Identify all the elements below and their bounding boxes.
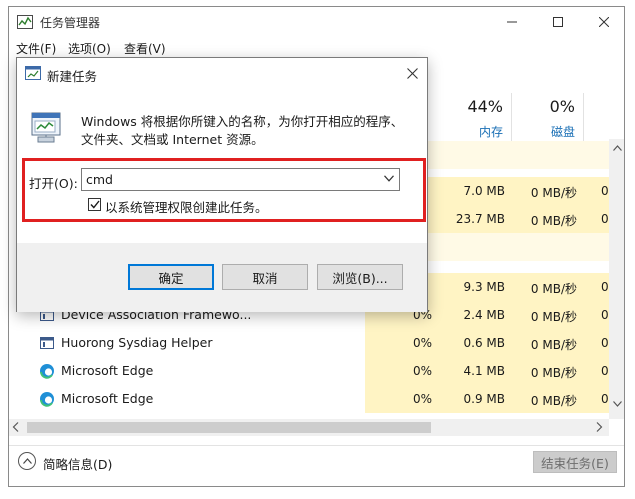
network-value: 0: [601, 280, 609, 294]
memory-value: 4.1 MB: [463, 364, 505, 378]
red-highlight-box: [22, 158, 426, 222]
disk-value: 0 MB/秒: [530, 186, 577, 200]
run-program-icon: [31, 112, 61, 143]
chevron-up-icon: [22, 458, 32, 464]
table-row[interactable]: Microsoft Edge 0% 4.1 MB 0 MB/秒 0: [9, 357, 609, 385]
scroll-up-button[interactable]: [609, 145, 624, 157]
network-value: 0: [601, 184, 609, 198]
disk-value: 0 MB/秒: [530, 366, 577, 380]
column-header-disk[interactable]: 0% 磁盘: [511, 67, 583, 147]
create-new-task-dialog: 新建任务 Windows 将根据你所键入的名称，为你打开相应的程序、文件夹、文档…: [16, 57, 428, 312]
disk-value: 0 MB/秒: [530, 282, 577, 296]
disk-value: 0 MB/秒: [530, 394, 577, 408]
task-manager-footer: 简略信息(D) 结束任务(E): [9, 445, 624, 486]
run-app-icon: [25, 66, 41, 80]
dialog-titlebar[interactable]: 新建任务: [17, 58, 427, 88]
horizontal-scrollbar[interactable]: [9, 419, 609, 436]
memory-percent: 44%: [467, 97, 503, 116]
task-manager-titlebar[interactable]: 任务管理器: [9, 7, 624, 37]
close-icon: [406, 67, 418, 79]
disk-value: 0 MB/秒: [530, 214, 577, 228]
edge-icon: [40, 392, 54, 407]
close-icon: [599, 17, 609, 27]
disk-value: 0 MB/秒: [530, 310, 577, 324]
chevron-left-icon[interactable]: [12, 421, 20, 433]
network-value: 0: [601, 392, 609, 406]
chevron-up-icon: [613, 145, 622, 151]
disk-column-label: 磁盘: [550, 125, 575, 139]
window-title: 任务管理器: [40, 16, 101, 30]
minimize-icon: [507, 21, 517, 23]
dialog-button-bar: 确定 取消 浏览(B)...: [17, 243, 427, 312]
vertical-scrollbar[interactable]: [609, 139, 624, 419]
cpu-value: 0%: [412, 364, 432, 378]
disk-value: 0 MB/秒: [530, 338, 577, 352]
table-row[interactable]: Microsoft Edge 0% 0.9 MB 0 MB/秒 0: [9, 385, 609, 413]
minimize-button[interactable]: [489, 7, 535, 37]
menu-file[interactable]: 文件(F): [16, 40, 56, 57]
dialog-title: 新建任务: [47, 69, 98, 84]
maximize-icon: [553, 17, 563, 27]
memory-column-label: 内存: [478, 125, 503, 139]
memory-value: 9.3 MB: [463, 280, 505, 294]
process-name: Microsoft Edge: [61, 391, 154, 406]
network-value: 0: [601, 336, 609, 350]
menu-bar: 文件(F) 选项(O) 查看(V): [9, 37, 624, 59]
memory-value: 23.7 MB: [455, 212, 505, 226]
chevron-right-icon[interactable]: [595, 421, 603, 433]
column-header-memory[interactable]: 44% 内存: [437, 67, 511, 147]
cancel-button[interactable]: 取消: [222, 264, 308, 290]
memory-value: 7.0 MB: [463, 184, 505, 198]
cpu-value: 0%: [412, 336, 432, 350]
close-button[interactable]: [581, 7, 624, 37]
network-value: 0: [601, 308, 609, 322]
process-name: Microsoft Edge: [61, 363, 154, 378]
memory-value: 2.4 MB: [463, 308, 505, 322]
memory-value: 0.9 MB: [463, 392, 505, 406]
menu-view[interactable]: 查看(V): [124, 40, 166, 57]
end-task-button[interactable]: 结束任务(E): [533, 451, 617, 473]
scroll-down-button[interactable]: [609, 401, 624, 413]
memory-value: 0.6 MB: [463, 336, 505, 350]
dialog-description: Windows 将根据你所键入的名称，为你打开相应的程序、文件夹、文档或 Int…: [81, 114, 404, 147]
task-manager-app-icon: [17, 15, 33, 29]
cpu-value: 0%: [412, 392, 432, 406]
service-window-icon: [40, 337, 54, 349]
process-name: Huorong Sysdiag Helper: [61, 335, 213, 350]
network-value: 0: [601, 364, 609, 378]
edge-icon: [40, 364, 54, 379]
browse-button[interactable]: 浏览(B)...: [317, 264, 403, 290]
dialog-close-button[interactable]: [401, 62, 423, 84]
chevron-down-icon: [613, 401, 622, 407]
chevron-up-circle-icon[interactable]: [18, 452, 36, 470]
disk-percent: 0%: [549, 97, 575, 116]
maximize-button[interactable]: [535, 7, 581, 37]
table-row[interactable]: Huorong Sysdiag Helper 0% 0.6 MB 0 MB/秒 …: [9, 329, 609, 357]
menu-options[interactable]: 选项(O): [68, 40, 111, 57]
ok-button[interactable]: 确定: [128, 264, 214, 290]
scrollbar-thumb[interactable]: [27, 422, 431, 433]
network-value: 0: [601, 212, 609, 226]
fewer-details-link[interactable]: 简略信息(D): [43, 454, 112, 473]
